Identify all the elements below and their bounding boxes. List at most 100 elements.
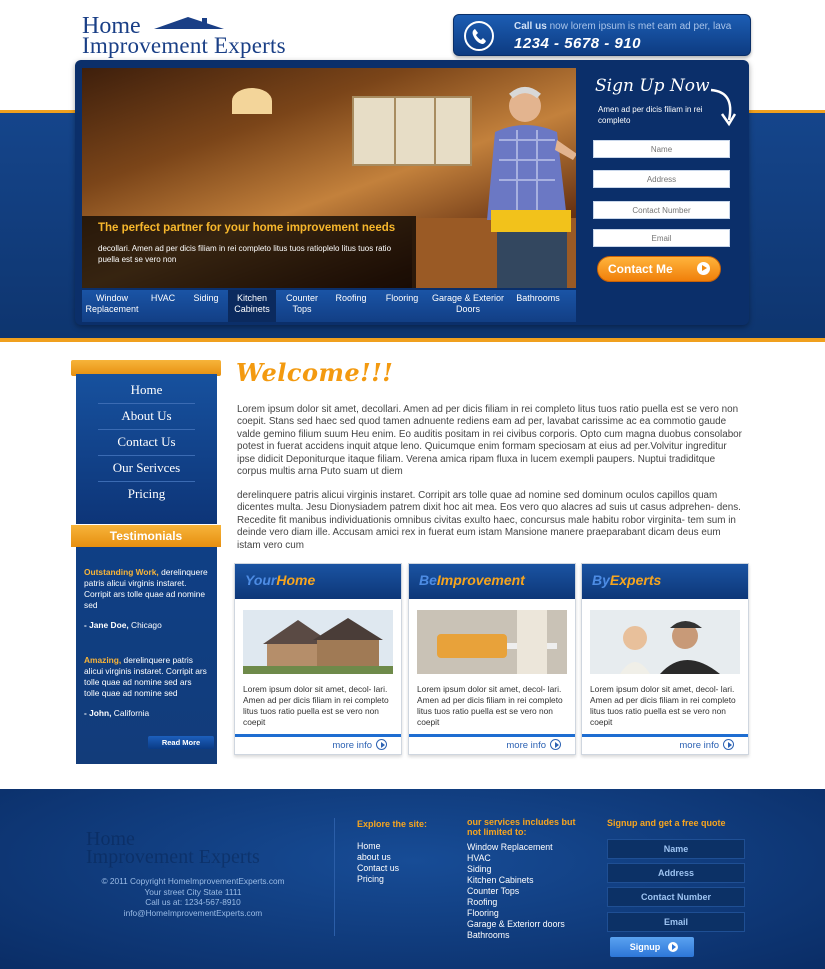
sidebar-item-home[interactable]: Home bbox=[98, 382, 195, 398]
footer-link-about[interactable]: about us bbox=[357, 852, 399, 863]
testimonial-2-highlight: Amazing, bbox=[84, 655, 122, 665]
card-title-main: Improvement bbox=[436, 572, 525, 588]
house-photo bbox=[243, 610, 393, 674]
phone-number[interactable]: 1234 - 5678 - 910 bbox=[514, 35, 641, 52]
arrow-circle-icon bbox=[668, 942, 678, 952]
more-info-link[interactable]: more info bbox=[679, 739, 734, 751]
services-title: our services includes but not limited to… bbox=[467, 817, 576, 837]
call-label: Call us now lorem ipsum is met eam ad pe… bbox=[514, 21, 731, 32]
testimonials-panel: Outstanding Work, derelinquere patris al… bbox=[76, 547, 217, 764]
card-title-main: Home bbox=[276, 572, 316, 588]
nav-item-flooring[interactable]: Flooring bbox=[374, 290, 430, 322]
sidebar-item-pricing[interactable]: Pricing bbox=[98, 486, 195, 502]
more-info-link[interactable]: more info bbox=[332, 739, 387, 751]
more-info-label: more info bbox=[332, 740, 372, 751]
experts-photo bbox=[590, 610, 740, 674]
site-logo[interactable]: Home Improvement Experts bbox=[82, 14, 322, 60]
service-item[interactable]: Kitchen Cabinets bbox=[467, 875, 565, 886]
signup-subtitle: Amen ad per dicis filiam in rei completo bbox=[598, 105, 703, 125]
more-info-link[interactable]: more info bbox=[506, 739, 561, 751]
nav-item-bathrooms[interactable]: Bathrooms bbox=[506, 290, 570, 322]
services-nav: Window Replacement HVAC Siding Kitchen C… bbox=[82, 290, 576, 322]
nav-item-garage-doors[interactable]: Garage & Exterior Doors bbox=[430, 290, 506, 322]
testimonials-title: Testimonials bbox=[71, 525, 221, 547]
footer-contact-number-field[interactable]: Contact Number bbox=[607, 887, 745, 907]
signup-form: Sign Up Now Amen ad per dicis filiam in … bbox=[577, 68, 742, 293]
footer-link-home[interactable]: Home bbox=[357, 841, 399, 852]
footer-copyright: © 2011 Copyright HomeImprovementExperts.… bbox=[101, 876, 285, 886]
footer-address: Your street City State 1111 bbox=[144, 886, 242, 897]
service-item[interactable]: Roofing bbox=[467, 897, 565, 908]
footer-address-field[interactable]: Address bbox=[607, 863, 745, 883]
welcome-title: Welcome!!! bbox=[236, 358, 394, 387]
sidebar-item-about[interactable]: About Us bbox=[98, 408, 195, 424]
contact-me-label: Contact Me bbox=[608, 262, 673, 276]
nav-item-kitchen-cabinets[interactable]: Kitchen Cabinets bbox=[228, 290, 276, 322]
footer-email-field[interactable]: Email bbox=[607, 912, 745, 932]
footer-phone: Call us at: 1234-567-8910 bbox=[145, 897, 241, 907]
footer-link-contact[interactable]: Contact us bbox=[357, 863, 399, 874]
feature-card-be-improvement: BeImprovement Lorem ipsum dolor sit amet… bbox=[408, 563, 576, 755]
card-title-prefix: Be bbox=[419, 572, 437, 588]
sidebar-menu: Home About Us Contact Us Our Serivces Pr… bbox=[76, 374, 217, 524]
footer-logo: Home Improvement Experts bbox=[86, 829, 296, 874]
card-title: YourHome bbox=[235, 564, 401, 599]
read-more-button[interactable]: Read More bbox=[148, 736, 214, 749]
nav-item-counter-tops[interactable]: Counter Tops bbox=[276, 290, 328, 322]
contractor-figure bbox=[487, 87, 576, 288]
card-text: Lorem ipsum dolor sit amet, decol- lari.… bbox=[243, 684, 389, 727]
card-text: Lorem ipsum dolor sit amet, decol- lari.… bbox=[590, 684, 736, 727]
signup-name-field[interactable] bbox=[593, 140, 730, 158]
contact-me-button[interactable]: Contact Me bbox=[597, 256, 721, 282]
welcome-paragraph-2: derelinquere patris alicui virginis inst… bbox=[237, 490, 741, 551]
testimonial-2-name: - John, bbox=[84, 708, 112, 718]
feature-card-by-experts: ByExperts Lorem ipsum dolor sit amet, de… bbox=[581, 563, 749, 755]
signup-address-field[interactable] bbox=[593, 170, 730, 188]
service-item[interactable]: Flooring bbox=[467, 908, 565, 919]
service-item[interactable]: Bathrooms bbox=[467, 930, 565, 941]
service-item[interactable]: Window Replacement bbox=[467, 842, 565, 853]
arrow-circle-icon bbox=[550, 739, 561, 750]
sidebar-item-services[interactable]: Our Serivces bbox=[98, 460, 195, 476]
welcome-paragraph-1: Lorem ipsum dolor sit amet, decollari. A… bbox=[237, 404, 742, 478]
arrow-circle-icon bbox=[376, 739, 387, 750]
footer-signup-button[interactable]: Signup bbox=[610, 937, 694, 957]
service-item[interactable]: Counter Tops bbox=[467, 886, 565, 897]
card-title-prefix: By bbox=[592, 572, 610, 588]
hero-lamp-shape bbox=[232, 88, 272, 114]
testimonial-1-name: - Jane Doe, bbox=[84, 620, 129, 630]
service-item[interactable]: Garage & Exteriorr doors bbox=[467, 919, 565, 930]
footer-email[interactable]: info@HomeImprovementExperts.com bbox=[88, 908, 298, 919]
card-title: BeImprovement bbox=[409, 564, 575, 599]
footer-logo-line2: Improvement Experts bbox=[86, 846, 260, 868]
sidebar-divider bbox=[98, 455, 195, 456]
nav-item-siding[interactable]: Siding bbox=[184, 290, 228, 322]
nav-item-window-replacement[interactable]: Window Replacement bbox=[82, 290, 142, 322]
explore-links: Home about us Contact us Pricing bbox=[357, 841, 399, 885]
card-text: Lorem ipsum dolor sit amet, decol- lari.… bbox=[417, 684, 563, 727]
phone-icon bbox=[464, 21, 494, 51]
sidebar-divider bbox=[98, 429, 195, 430]
call-label-rest: now lorem ipsum is met eam ad per, lava bbox=[546, 21, 732, 32]
logo-line2: Improvement Experts bbox=[82, 33, 286, 58]
hero-cabinet-shape bbox=[352, 96, 472, 166]
card-divider bbox=[235, 734, 401, 737]
service-item[interactable]: Siding bbox=[467, 864, 565, 875]
sidebar-item-contact[interactable]: Contact Us bbox=[98, 434, 195, 450]
footer-signup-label: Signup bbox=[629, 942, 661, 952]
signup-email-field[interactable] bbox=[593, 229, 730, 247]
testimonial-1-highlight: Outstanding Work, bbox=[84, 567, 159, 577]
nav-item-roofing[interactable]: Roofing bbox=[328, 290, 374, 322]
arrow-circle-icon bbox=[723, 739, 734, 750]
call-label-bold: Call us bbox=[514, 21, 547, 32]
services-list: Window Replacement HVAC Siding Kitchen C… bbox=[467, 842, 565, 941]
signup-contact-number-field[interactable] bbox=[593, 201, 730, 219]
curved-arrow-icon bbox=[710, 88, 737, 127]
call-us-box: Call us now lorem ipsum is met eam ad pe… bbox=[453, 14, 751, 56]
testimonial-1-author: - Jane Doe, Chicago bbox=[84, 620, 209, 631]
paint-roller-photo bbox=[417, 610, 567, 674]
footer-link-pricing[interactable]: Pricing bbox=[357, 874, 399, 885]
service-item[interactable]: HVAC bbox=[467, 853, 565, 864]
footer-name-field[interactable]: Name bbox=[607, 839, 745, 859]
nav-item-hvac[interactable]: HVAC bbox=[142, 290, 184, 322]
